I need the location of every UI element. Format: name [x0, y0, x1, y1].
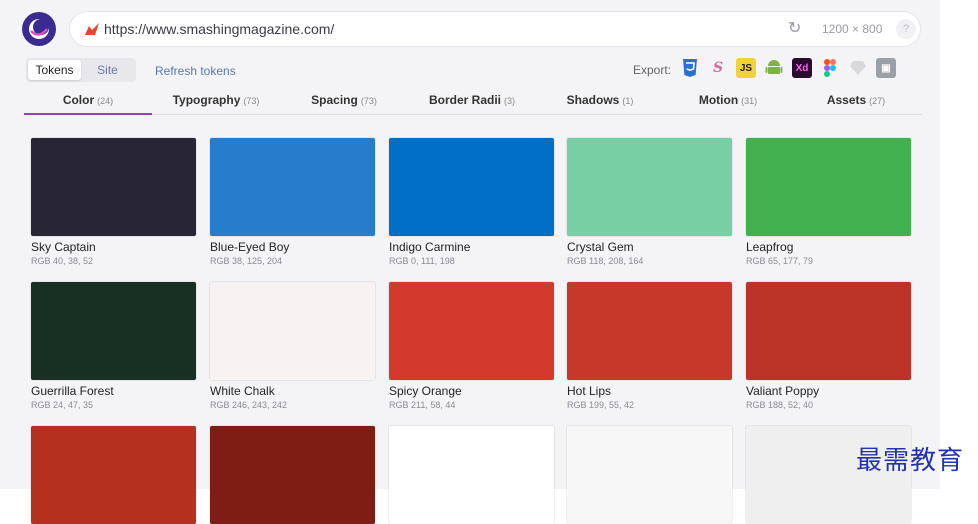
url-text[interactable]: https://www.smashingmagazine.com/ — [104, 21, 334, 37]
color-name: Sky Captain — [31, 240, 96, 254]
color-name: Crystal Gem — [567, 240, 634, 254]
tab-assets[interactable]: Assets (27) — [792, 88, 920, 114]
color-rgb: RGB 24, 47, 35 — [31, 400, 94, 410]
color-name: Hot Lips — [567, 384, 612, 398]
tab-color[interactable]: Color (24) — [24, 88, 152, 115]
color-swatch[interactable] — [31, 426, 196, 524]
color-card[interactable]: White Chalk RGB 246, 243, 242 — [210, 282, 375, 410]
tab-typography[interactable]: Typography (73) — [152, 88, 280, 114]
refresh-tokens-link[interactable]: Refresh tokens — [155, 64, 236, 78]
color-swatch[interactable] — [389, 426, 554, 524]
color-rgb: RGB 199, 55, 42 — [567, 400, 635, 410]
tokens-site-toggle: Tokens Site — [26, 58, 136, 82]
export-label: Export: — [633, 63, 672, 77]
mac-app-icon[interactable]: ▣ — [876, 58, 896, 78]
color-card[interactable]: Indigo Carmine RGB 0, 111, 198 — [389, 138, 554, 266]
color-card[interactable] — [31, 426, 196, 524]
figma-icon[interactable] — [820, 58, 840, 78]
app-window: https://www.smashingmagazine.com/ ↻ 1200… — [0, 0, 940, 524]
color-name: Indigo Carmine — [389, 240, 471, 254]
color-name: Blue-Eyed Boy — [210, 240, 290, 254]
color-rgb: RGB 246, 243, 242 — [210, 400, 288, 410]
color-name: Guerrilla Forest — [31, 384, 114, 398]
android-icon[interactable] — [764, 58, 784, 78]
color-card[interactable]: Guerrilla Forest RGB 24, 47, 35 — [31, 282, 196, 410]
tab-shadows[interactable]: Shadows (1) — [536, 88, 664, 114]
app-logo-icon[interactable] — [22, 12, 56, 46]
tab-motion[interactable]: Motion (31) — [664, 88, 792, 114]
color-swatch[interactable] — [210, 138, 375, 236]
sketch-icon[interactable] — [848, 58, 868, 78]
reload-icon[interactable]: ↻ — [788, 18, 801, 38]
color-card[interactable]: Valiant Poppy RGB 188, 52, 40 — [746, 282, 911, 410]
javascript-icon[interactable]: JS — [736, 58, 756, 78]
color-rgb: RGB 38, 125, 204 — [210, 256, 283, 266]
color-card[interactable] — [389, 426, 554, 524]
color-rgb: RGB 65, 177, 79 — [746, 256, 814, 266]
color-rgb: RGB 40, 38, 52 — [31, 256, 94, 266]
watermark-text: 最需教育 — [856, 446, 965, 476]
export-icons: S JS Xd ▣ — [680, 58, 896, 78]
color-name: Spicy Orange — [389, 384, 462, 398]
help-icon[interactable]: ? — [896, 19, 916, 39]
url-bar[interactable]: https://www.smashingmagazine.com/ ↻ 1200… — [70, 12, 920, 46]
smashing-favicon-icon — [85, 23, 99, 35]
color-swatch[interactable] — [746, 282, 911, 380]
color-card[interactable]: Crystal Gem RGB 118, 208, 164 — [567, 138, 732, 266]
color-name: Valiant Poppy — [746, 384, 820, 398]
color-card[interactable]: Spicy Orange RGB 211, 58, 44 — [389, 282, 554, 410]
color-card[interactable]: Sky Captain RGB 40, 38, 52 — [31, 138, 196, 266]
color-rgb: RGB 118, 208, 164 — [567, 256, 644, 266]
tab-spacing[interactable]: Spacing (73) — [280, 88, 408, 114]
color-rgb: RGB 188, 52, 40 — [746, 400, 814, 410]
color-swatch[interactable] — [210, 426, 375, 524]
token-tabs: Color (24) Typography (73) Spacing (73) Bor… — [24, 88, 922, 115]
css3-icon[interactable] — [680, 58, 700, 78]
color-card[interactable]: Leapfrog RGB 65, 177, 79 — [746, 138, 911, 266]
color-card[interactable]: Blue-Eyed Boy RGB 38, 125, 204 — [210, 138, 375, 266]
color-rgb: RGB 211, 58, 44 — [389, 400, 456, 410]
color-card[interactable] — [210, 426, 375, 524]
color-swatch[interactable] — [31, 282, 196, 380]
tab-border-radii[interactable]: Border Radii (3) — [408, 88, 536, 114]
color-name: Leapfrog — [746, 240, 794, 254]
sass-icon[interactable]: S — [708, 58, 728, 78]
color-swatch[interactable] — [567, 282, 732, 380]
color-swatch[interactable] — [210, 282, 375, 380]
color-card[interactable] — [567, 426, 732, 524]
color-swatch[interactable] — [567, 426, 732, 524]
color-swatch[interactable] — [567, 138, 732, 236]
color-name: White Chalk — [210, 384, 275, 398]
color-swatch[interactable] — [389, 282, 554, 380]
color-swatch[interactable] — [746, 138, 911, 236]
toggle-tokens[interactable]: Tokens — [28, 60, 81, 80]
adobe-xd-icon[interactable]: Xd — [792, 58, 812, 78]
browser-bar: https://www.smashingmagazine.com/ ↻ 1200… — [0, 0, 940, 56]
toggle-site[interactable]: Site — [81, 60, 134, 80]
color-swatch[interactable] — [31, 138, 196, 236]
color-swatch[interactable] — [389, 138, 554, 236]
color-rgb: RGB 0, 111, 198 — [389, 256, 455, 266]
viewport-size[interactable]: 1200 × 800 — [822, 22, 882, 36]
color-card[interactable]: Hot Lips RGB 199, 55, 42 — [567, 282, 732, 410]
